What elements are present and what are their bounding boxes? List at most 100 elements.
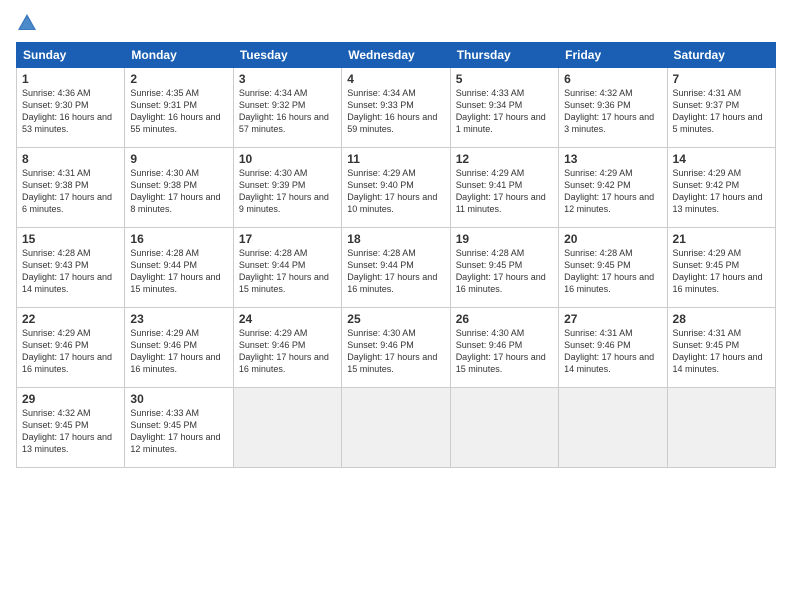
day-number: 21 bbox=[673, 232, 770, 246]
calendar-cell: 11Sunrise: 4:29 AMSunset: 9:40 PMDayligh… bbox=[342, 148, 450, 228]
calendar-header-thursday: Thursday bbox=[450, 43, 558, 68]
day-number: 26 bbox=[456, 312, 553, 326]
calendar-header-wednesday: Wednesday bbox=[342, 43, 450, 68]
calendar-cell: 17Sunrise: 4:28 AMSunset: 9:44 PMDayligh… bbox=[233, 228, 341, 308]
day-info: Sunrise: 4:33 AMSunset: 9:34 PMDaylight:… bbox=[456, 87, 553, 136]
day-info: Sunrise: 4:33 AMSunset: 9:45 PMDaylight:… bbox=[130, 407, 227, 456]
day-info: Sunrise: 4:28 AMSunset: 9:44 PMDaylight:… bbox=[239, 247, 336, 296]
calendar-header-sunday: Sunday bbox=[17, 43, 125, 68]
calendar-table: SundayMondayTuesdayWednesdayThursdayFrid… bbox=[16, 42, 776, 468]
calendar-cell: 19Sunrise: 4:28 AMSunset: 9:45 PMDayligh… bbox=[450, 228, 558, 308]
day-number: 1 bbox=[22, 72, 119, 86]
day-number: 7 bbox=[673, 72, 770, 86]
day-number: 2 bbox=[130, 72, 227, 86]
calendar-cell: 12Sunrise: 4:29 AMSunset: 9:41 PMDayligh… bbox=[450, 148, 558, 228]
day-number: 9 bbox=[130, 152, 227, 166]
day-info: Sunrise: 4:29 AMSunset: 9:42 PMDaylight:… bbox=[673, 167, 770, 216]
calendar-cell: 9Sunrise: 4:30 AMSunset: 9:38 PMDaylight… bbox=[125, 148, 233, 228]
day-info: Sunrise: 4:29 AMSunset: 9:46 PMDaylight:… bbox=[130, 327, 227, 376]
day-info: Sunrise: 4:28 AMSunset: 9:44 PMDaylight:… bbox=[130, 247, 227, 296]
day-number: 30 bbox=[130, 392, 227, 406]
day-number: 29 bbox=[22, 392, 119, 406]
day-number: 28 bbox=[673, 312, 770, 326]
day-number: 22 bbox=[22, 312, 119, 326]
calendar-cell: 1Sunrise: 4:36 AMSunset: 9:30 PMDaylight… bbox=[17, 68, 125, 148]
calendar-cell: 23Sunrise: 4:29 AMSunset: 9:46 PMDayligh… bbox=[125, 308, 233, 388]
day-number: 25 bbox=[347, 312, 444, 326]
day-info: Sunrise: 4:34 AMSunset: 9:32 PMDaylight:… bbox=[239, 87, 336, 136]
day-number: 13 bbox=[564, 152, 661, 166]
day-info: Sunrise: 4:29 AMSunset: 9:45 PMDaylight:… bbox=[673, 247, 770, 296]
day-info: Sunrise: 4:28 AMSunset: 9:45 PMDaylight:… bbox=[456, 247, 553, 296]
header bbox=[16, 12, 776, 34]
calendar-cell: 20Sunrise: 4:28 AMSunset: 9:45 PMDayligh… bbox=[559, 228, 667, 308]
calendar-cell bbox=[233, 388, 341, 468]
day-number: 17 bbox=[239, 232, 336, 246]
calendar-cell: 13Sunrise: 4:29 AMSunset: 9:42 PMDayligh… bbox=[559, 148, 667, 228]
logo-icon bbox=[16, 12, 38, 34]
calendar-cell: 10Sunrise: 4:30 AMSunset: 9:39 PMDayligh… bbox=[233, 148, 341, 228]
calendar-cell: 16Sunrise: 4:28 AMSunset: 9:44 PMDayligh… bbox=[125, 228, 233, 308]
calendar-cell: 24Sunrise: 4:29 AMSunset: 9:46 PMDayligh… bbox=[233, 308, 341, 388]
day-number: 4 bbox=[347, 72, 444, 86]
day-info: Sunrise: 4:31 AMSunset: 9:37 PMDaylight:… bbox=[673, 87, 770, 136]
calendar-cell bbox=[450, 388, 558, 468]
day-number: 15 bbox=[22, 232, 119, 246]
calendar-cell: 6Sunrise: 4:32 AMSunset: 9:36 PMDaylight… bbox=[559, 68, 667, 148]
calendar-week-3: 15Sunrise: 4:28 AMSunset: 9:43 PMDayligh… bbox=[17, 228, 776, 308]
day-number: 11 bbox=[347, 152, 444, 166]
day-number: 6 bbox=[564, 72, 661, 86]
calendar-cell bbox=[559, 388, 667, 468]
day-number: 14 bbox=[673, 152, 770, 166]
day-number: 24 bbox=[239, 312, 336, 326]
calendar-header-tuesday: Tuesday bbox=[233, 43, 341, 68]
day-number: 20 bbox=[564, 232, 661, 246]
day-info: Sunrise: 4:31 AMSunset: 9:45 PMDaylight:… bbox=[673, 327, 770, 376]
calendar-cell: 15Sunrise: 4:28 AMSunset: 9:43 PMDayligh… bbox=[17, 228, 125, 308]
calendar-cell: 21Sunrise: 4:29 AMSunset: 9:45 PMDayligh… bbox=[667, 228, 775, 308]
day-number: 23 bbox=[130, 312, 227, 326]
day-info: Sunrise: 4:34 AMSunset: 9:33 PMDaylight:… bbox=[347, 87, 444, 136]
day-info: Sunrise: 4:35 AMSunset: 9:31 PMDaylight:… bbox=[130, 87, 227, 136]
day-info: Sunrise: 4:36 AMSunset: 9:30 PMDaylight:… bbox=[22, 87, 119, 136]
calendar-week-2: 8Sunrise: 4:31 AMSunset: 9:38 PMDaylight… bbox=[17, 148, 776, 228]
calendar-cell: 2Sunrise: 4:35 AMSunset: 9:31 PMDaylight… bbox=[125, 68, 233, 148]
calendar-cell: 25Sunrise: 4:30 AMSunset: 9:46 PMDayligh… bbox=[342, 308, 450, 388]
day-info: Sunrise: 4:31 AMSunset: 9:46 PMDaylight:… bbox=[564, 327, 661, 376]
calendar-week-5: 29Sunrise: 4:32 AMSunset: 9:45 PMDayligh… bbox=[17, 388, 776, 468]
day-info: Sunrise: 4:30 AMSunset: 9:38 PMDaylight:… bbox=[130, 167, 227, 216]
calendar-cell bbox=[667, 388, 775, 468]
calendar-cell: 4Sunrise: 4:34 AMSunset: 9:33 PMDaylight… bbox=[342, 68, 450, 148]
day-info: Sunrise: 4:29 AMSunset: 9:40 PMDaylight:… bbox=[347, 167, 444, 216]
calendar-week-4: 22 Sunrise: 4:29 AMSunset: 9:46 PMDayligh… bbox=[17, 308, 776, 388]
day-number: 19 bbox=[456, 232, 553, 246]
day-info: Sunrise: 4:32 AMSunset: 9:45 PMDaylight:… bbox=[22, 407, 119, 456]
calendar-week-1: 1Sunrise: 4:36 AMSunset: 9:30 PMDaylight… bbox=[17, 68, 776, 148]
day-number: 10 bbox=[239, 152, 336, 166]
calendar-cell: 22Sunrise: 4:29 AMSunset: 9:46 PMDayligh… bbox=[17, 308, 125, 388]
calendar-cell: 7Sunrise: 4:31 AMSunset: 9:37 PMDaylight… bbox=[667, 68, 775, 148]
calendar-cell: 5Sunrise: 4:33 AMSunset: 9:34 PMDaylight… bbox=[450, 68, 558, 148]
calendar-header-friday: Friday bbox=[559, 43, 667, 68]
logo bbox=[16, 12, 40, 34]
day-number: 18 bbox=[347, 232, 444, 246]
day-info: Sunrise: 4:28 AMSunset: 9:45 PMDaylight:… bbox=[564, 247, 661, 296]
day-info: Sunrise: 4:29 AMSunset: 9:46 PMDaylight:… bbox=[239, 327, 336, 376]
calendar-cell: 18Sunrise: 4:28 AMSunset: 9:44 PMDayligh… bbox=[342, 228, 450, 308]
calendar-cell: 14Sunrise: 4:29 AMSunset: 9:42 PMDayligh… bbox=[667, 148, 775, 228]
calendar-header-monday: Monday bbox=[125, 43, 233, 68]
day-number: 5 bbox=[456, 72, 553, 86]
page: SundayMondayTuesdayWednesdayThursdayFrid… bbox=[0, 0, 792, 612]
day-number: 8 bbox=[22, 152, 119, 166]
day-info: Sunrise: 4:32 AMSunset: 9:36 PMDaylight:… bbox=[564, 87, 661, 136]
day-number: 3 bbox=[239, 72, 336, 86]
day-number: 12 bbox=[456, 152, 553, 166]
calendar-header-saturday: Saturday bbox=[667, 43, 775, 68]
calendar-header-row: SundayMondayTuesdayWednesdayThursdayFrid… bbox=[17, 43, 776, 68]
day-info: Sunrise: 4:30 AMSunset: 9:46 PMDaylight:… bbox=[456, 327, 553, 376]
calendar-cell: 3Sunrise: 4:34 AMSunset: 9:32 PMDaylight… bbox=[233, 68, 341, 148]
day-info: Sunrise: 4:31 AMSunset: 9:38 PMDaylight:… bbox=[22, 167, 119, 216]
day-number: 27 bbox=[564, 312, 661, 326]
calendar-cell bbox=[342, 388, 450, 468]
day-info: Sunrise: 4:29 AMSunset: 9:42 PMDaylight:… bbox=[564, 167, 661, 216]
